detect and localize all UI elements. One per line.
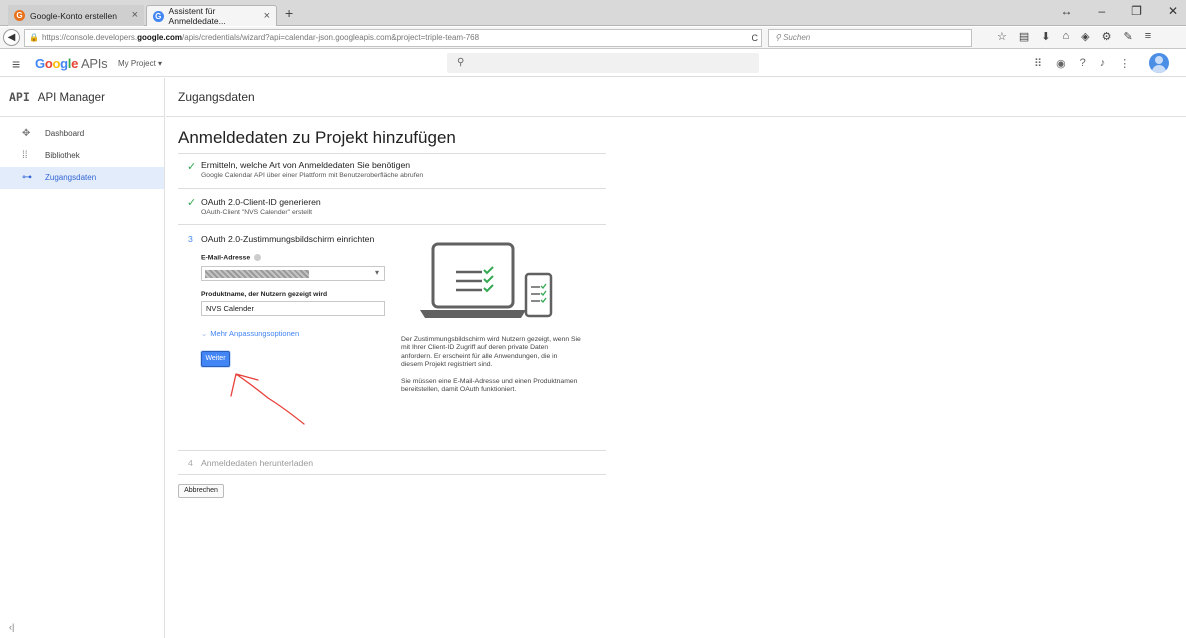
dashboard-icon: ✥ xyxy=(22,128,31,139)
help-circle-icon[interactable] xyxy=(254,254,262,261)
search-icon: ⚲ xyxy=(775,33,784,42)
consent-info-text: Der Zustimmungsbildschirm wird Nutzern g… xyxy=(401,336,581,394)
product-name-label: Produktname, der Nutzern gezeigt wird xyxy=(201,291,328,298)
url-prefix: https://console.developers. xyxy=(41,33,138,42)
more-vert-icon[interactable]: ⋮ xyxy=(1119,57,1130,70)
sidebar-item-credentials[interactable]: ⊶ Zugangsdaten xyxy=(0,167,164,189)
reload-icon[interactable]: C xyxy=(752,30,759,46)
divider xyxy=(178,474,606,475)
step-2-title[interactable]: OAuth 2.0-Client-ID generieren xyxy=(201,197,321,207)
library-icon: ⁞⁞ xyxy=(22,150,28,161)
info-paragraph: Der Zustimmungsbildschirm wird Nutzern g… xyxy=(401,336,581,369)
hamburger-menu-icon[interactable]: ≡ xyxy=(12,56,20,72)
step-4-title: Anmeldedaten herunterladen xyxy=(201,458,314,468)
project-selector[interactable]: My Project ▾ xyxy=(118,59,162,68)
new-tab-icon[interactable]: + xyxy=(285,5,293,21)
apps-icon[interactable]: ⠿ xyxy=(1034,57,1042,70)
page-header: Zugangsdaten xyxy=(166,78,1186,117)
sidebar: API API Manager ✥ Dashboard ⁞⁞ Bibliothek… xyxy=(0,78,165,638)
url-path: /apis/credentials/wizard?api=calendar-js… xyxy=(182,33,480,42)
cancel-button[interactable]: Abbrechen xyxy=(178,484,224,498)
browser-tab-bar: G Google-Konto erstellen × G Assistent f… xyxy=(0,0,1186,26)
dropdown-caret-icon: ▾ xyxy=(374,268,379,277)
restore-icon[interactable]: ↔ xyxy=(1060,4,1072,18)
lock-icon: 🔒 xyxy=(29,33,39,42)
sidebar-title-label: API Manager xyxy=(37,92,105,104)
menu-icon[interactable]: ≡ xyxy=(1145,30,1151,43)
consent-screen-illustration xyxy=(420,242,553,318)
step-3-number: 3 xyxy=(188,234,193,244)
annotation-arrow xyxy=(230,373,305,425)
bookmark-star-icon[interactable]: ☆ xyxy=(997,30,1007,43)
window-controls: ↔ – ❐ ✕ xyxy=(1060,4,1178,18)
tab-title: Assistent für Anmeldedate... xyxy=(168,6,226,26)
sidebar-item-label: Dashboard xyxy=(45,129,85,138)
browser-tab-create-account[interactable]: G Google-Konto erstellen × xyxy=(8,5,144,26)
next-button[interactable]: Weiter xyxy=(201,351,230,367)
help-icon[interactable]: ? xyxy=(1080,57,1086,70)
url-domain: google.com xyxy=(137,33,183,42)
maximize-icon[interactable]: ❐ xyxy=(1131,4,1142,18)
sidebar-title: API API Manager xyxy=(0,78,164,117)
chevron-down-icon: ⌄ xyxy=(201,329,208,338)
feedback-icon[interactable]: ◉ xyxy=(1056,57,1066,70)
project-name: My Project xyxy=(118,59,156,68)
download-icon[interactable]: ⬇ xyxy=(1041,30,1050,43)
step-complete-check-icon: ✓ xyxy=(187,161,197,173)
addon-icon[interactable]: ✎ xyxy=(1124,30,1133,43)
step-3-title: OAuth 2.0-Zustimmungsbildschirm einricht… xyxy=(201,234,375,244)
more-options-link[interactable]: ⌄ Mehr Anpassungsoptionen xyxy=(201,329,299,338)
step-2-subtitle: OAuth-Client "NVS Calender" erstellt xyxy=(201,209,312,216)
browser-search-input[interactable]: ⚲ Suchen xyxy=(768,29,972,47)
notifications-icon[interactable]: ♪ xyxy=(1100,57,1106,70)
close-window-icon[interactable]: ✕ xyxy=(1168,4,1178,18)
google-favicon-icon: G xyxy=(14,10,25,21)
step-1-title[interactable]: Ermitteln, welche Art von Anmeldedaten S… xyxy=(201,160,410,170)
minimize-icon[interactable]: – xyxy=(1098,4,1105,18)
info-paragraph: Sie müssen eine E-Mail-Adresse und einen… xyxy=(401,377,578,394)
header-icons: ⠿ ◉ ? ♪ ⋮ xyxy=(1034,57,1130,70)
divider xyxy=(178,224,606,225)
avatar[interactable] xyxy=(1149,53,1169,73)
app-header: ≡ Google APIs My Project ▾ ⚲ ⠿ ◉ ? ♪ ⋮ xyxy=(0,50,1186,77)
email-label: E-Mail-Adresse xyxy=(201,254,262,261)
url-bar[interactable]: 🔒 https://console.developers.google.com/a… xyxy=(24,29,762,47)
extension-icon[interactable]: ⚙ xyxy=(1102,30,1112,43)
search-placeholder: Suchen xyxy=(783,33,811,42)
tab-title: Google-Konto erstellen xyxy=(30,10,117,21)
sidebar-item-library[interactable]: ⁞⁞ Bibliothek xyxy=(0,145,164,167)
back-icon[interactable]: ◀ xyxy=(3,29,20,46)
tab-close-icon[interactable]: × xyxy=(264,10,270,22)
console-search-input[interactable]: ⚲ xyxy=(447,53,759,73)
step-complete-check-icon: ✓ xyxy=(187,197,197,209)
step-4-number: 4 xyxy=(188,458,193,468)
collapse-sidebar-icon[interactable]: ‹| xyxy=(9,622,14,632)
pocket-icon[interactable]: ◈ xyxy=(1081,30,1089,43)
step-1-subtitle: Google Calendar API über einer Plattform… xyxy=(201,172,424,179)
divider xyxy=(178,153,606,154)
dropdown-caret-icon: ▾ xyxy=(158,59,163,68)
google-apis-logo[interactable]: Google APIs xyxy=(35,56,108,71)
browser-tab-credentials-wizard[interactable]: G Assistent für Anmeldedate... × xyxy=(146,5,277,26)
sidebar-item-dashboard[interactable]: ✥ Dashboard xyxy=(0,123,164,145)
email-select[interactable]: ▾ xyxy=(201,266,385,281)
reading-list-icon[interactable]: ▤ xyxy=(1019,30,1029,43)
page-title: Anmeldedaten zu Projekt hinzufügen xyxy=(178,128,456,147)
sidebar-item-label: Bibliothek xyxy=(45,151,80,160)
redacted-email xyxy=(205,270,309,278)
browser-toolbar-icons: ☆ ▤ ⬇ ⌂ ◈ ⚙ ✎ ≡ xyxy=(997,30,1151,43)
browser-nav-bar: ◀ 🔒 https://console.developers.google.com… xyxy=(0,27,1186,49)
product-name-input[interactable]: NVS Calender xyxy=(201,301,385,316)
google-favicon-icon: G xyxy=(153,10,164,22)
tab-close-icon[interactable]: × xyxy=(132,9,138,21)
search-icon: ⚲ xyxy=(457,57,465,68)
divider xyxy=(178,188,606,189)
key-icon: ⊶ xyxy=(22,172,32,183)
home-icon[interactable]: ⌂ xyxy=(1063,30,1070,43)
divider xyxy=(178,450,606,451)
sidebar-item-label: Zugangsdaten xyxy=(45,173,97,182)
api-logo-icon: API xyxy=(9,90,30,104)
